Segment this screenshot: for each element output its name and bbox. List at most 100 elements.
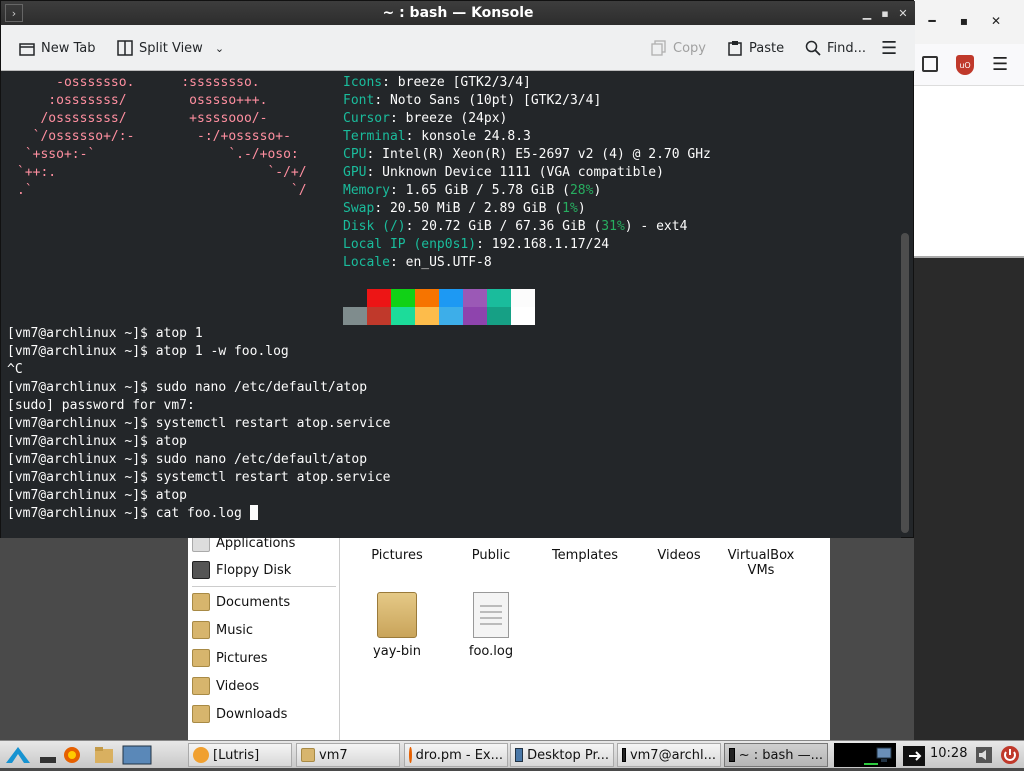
info-line: Icons: breeze [GTK2/3/4] (343, 74, 531, 92)
show-desktop-icon[interactable] (38, 745, 58, 765)
fm-item-virtualbox-vms[interactable]: VirtualBox VMs (728, 548, 795, 578)
info-line: GPU: Unknown Device 1111 (VGA compatible… (343, 164, 664, 182)
color-swatch (391, 307, 415, 325)
sidebar-label: Floppy Disk (216, 562, 292, 578)
sidebar-item-floppy-disk[interactable]: Floppy Disk (192, 557, 291, 583)
logo-line: .` `/ (17, 183, 307, 198)
network-icon[interactable] (874, 745, 894, 765)
info-key: Icons (343, 75, 383, 90)
chevron-down-icon[interactable]: ⌄ (215, 42, 224, 55)
paste-label: Paste (749, 40, 785, 56)
color-swatch (439, 289, 463, 307)
lutris-icon (193, 747, 209, 763)
logo-line: `++:. `-/+/ (17, 165, 307, 180)
task-vm7-terminal[interactable]: vm7@archl... (617, 743, 721, 767)
firefox-icon[interactable] (62, 745, 82, 765)
fm-item-label: Videos (657, 548, 701, 563)
power-icon[interactable] (1000, 745, 1020, 765)
fm-item-templates[interactable]: Templates (540, 548, 630, 563)
info-key: Font (343, 93, 375, 108)
terminal-line: [vm7@archlinux ~]$ systemctl restart ato… (7, 470, 391, 485)
new-tab-button[interactable]: New Tab (19, 33, 96, 63)
new-tab-icon (19, 40, 35, 56)
folder-icon (192, 705, 210, 723)
fm-item-foo-log[interactable]: foo.log (446, 592, 536, 659)
folder-icon (301, 748, 315, 762)
window-titlebar[interactable]: › ~ : bash — Konsole ▁ ▪ ✕ (1, 1, 915, 25)
terminal-view[interactable]: -osssssso. :ssssssso. :osssssss/ osssso+… (1, 72, 901, 538)
task-firefox[interactable]: dro.pm - Ex... (404, 743, 508, 767)
terminal-line: [vm7@archlinux ~]$ cat foo.log (7, 505, 258, 523)
logout-icon[interactable] (902, 745, 926, 766)
search-icon (805, 40, 821, 56)
task-label: [Lutris] (213, 747, 260, 763)
info-line: Local IP (enp0s1): 192.168.1.17/24 (343, 236, 609, 254)
minimize-icon[interactable]: ▁ (859, 5, 875, 21)
terminal-icon (729, 748, 735, 762)
info-line: Terminal: konsole 24.8.3 (343, 128, 531, 146)
info-key: Memory (343, 183, 390, 198)
info-line: Swap: 20.50 MiB / 2.89 GiB (1%) (343, 200, 586, 218)
terminal-icon (622, 748, 626, 762)
clock[interactable]: 10:28 (930, 746, 967, 761)
scrollbar[interactable] (901, 233, 909, 533)
info-line: Cursor: breeze (24px) (343, 110, 507, 128)
hamburger-menu-icon[interactable]: ☰ (992, 54, 1008, 75)
task-konsole[interactable]: ~ : bash —... (724, 743, 828, 767)
split-view-button[interactable]: Split View ⌄ (117, 33, 224, 63)
sidebar-item-pictures[interactable]: Pictures (192, 645, 267, 671)
start-menu-icon[interactable] (4, 745, 32, 765)
divider (192, 586, 336, 587)
window-menu-icon[interactable]: › (5, 4, 23, 22)
task-vm7[interactable]: vm7 (296, 743, 400, 767)
terminal-line: [vm7@archlinux ~]$ sudo nano /etc/defaul… (7, 380, 368, 395)
folder-icon (377, 592, 417, 638)
volume-icon[interactable] (974, 745, 994, 765)
close-icon[interactable]: ✕ (895, 5, 911, 21)
konsole-window: › ~ : bash — Konsole ▁ ▪ ✕ New Tab Split… (0, 0, 915, 538)
maximize-icon[interactable]: ▪ (877, 5, 893, 21)
copy-button[interactable]: Copy (651, 33, 706, 63)
info-value: : Noto Sans (10pt) [GTK2/3/4] (374, 93, 602, 108)
extensions-icon[interactable] (922, 56, 938, 72)
task-desktop-preferences[interactable]: Desktop Pr... (510, 743, 614, 767)
sidebar-item-music[interactable]: Music (192, 617, 253, 643)
file-manager-icon[interactable] (94, 745, 114, 765)
sidebar-item-documents[interactable]: Documents (192, 589, 290, 615)
copy-icon (651, 40, 667, 56)
info-key: Cursor (343, 111, 390, 126)
task-label: vm7 (319, 747, 348, 763)
ublock-icon[interactable]: uO (956, 55, 974, 75)
info-tail: ) - ext4 (624, 219, 688, 234)
paste-button[interactable]: Paste (727, 33, 784, 63)
find-button[interactable]: Find... (805, 33, 866, 63)
logo-line: `+sso+:-` `.-/+oso: (17, 147, 299, 162)
fm-item-pictures[interactable]: Pictures (352, 548, 442, 563)
firefox-toolbar: uO ☰ (914, 44, 1024, 86)
sidebar-item-downloads[interactable]: Downloads (192, 701, 287, 727)
color-swatch (439, 307, 463, 325)
close-icon[interactable]: ✕ (984, 10, 1008, 32)
floppy-icon (192, 561, 210, 579)
task-lutris[interactable]: [Lutris] (188, 743, 292, 767)
konsole-toolbar: New Tab Split View ⌄ Copy Paste Find... … (1, 25, 915, 71)
minimize-icon[interactable]: ━ (920, 10, 944, 32)
maximize-icon[interactable]: ▪ (952, 10, 976, 32)
hamburger-menu-icon[interactable]: ☰ (881, 33, 897, 63)
workspace-switcher-icon[interactable] (122, 745, 152, 765)
info-value: : Intel(R) Xeon(R) E5-2697 v2 (4) @ 2.70… (366, 147, 711, 162)
sidebar-item-videos[interactable]: Videos (192, 673, 259, 699)
color-swatch (415, 289, 439, 307)
sidebar-label: Pictures (216, 650, 268, 666)
fm-item-videos[interactable]: Videos (634, 548, 724, 563)
color-swatch (511, 289, 535, 307)
task-label: ~ : bash —... (738, 747, 823, 763)
color-swatch (367, 289, 391, 307)
fm-item-yay-bin[interactable]: yay-bin (352, 592, 442, 659)
folder-icon (192, 649, 210, 667)
folder-icon (192, 677, 210, 695)
logo-line: `/ossssso+/:- -:/+osssso+- (17, 129, 291, 144)
fm-item-public[interactable]: Public (446, 548, 536, 563)
folder-icon (192, 621, 210, 639)
terminal-line: [vm7@archlinux ~]$ atop (7, 488, 188, 503)
